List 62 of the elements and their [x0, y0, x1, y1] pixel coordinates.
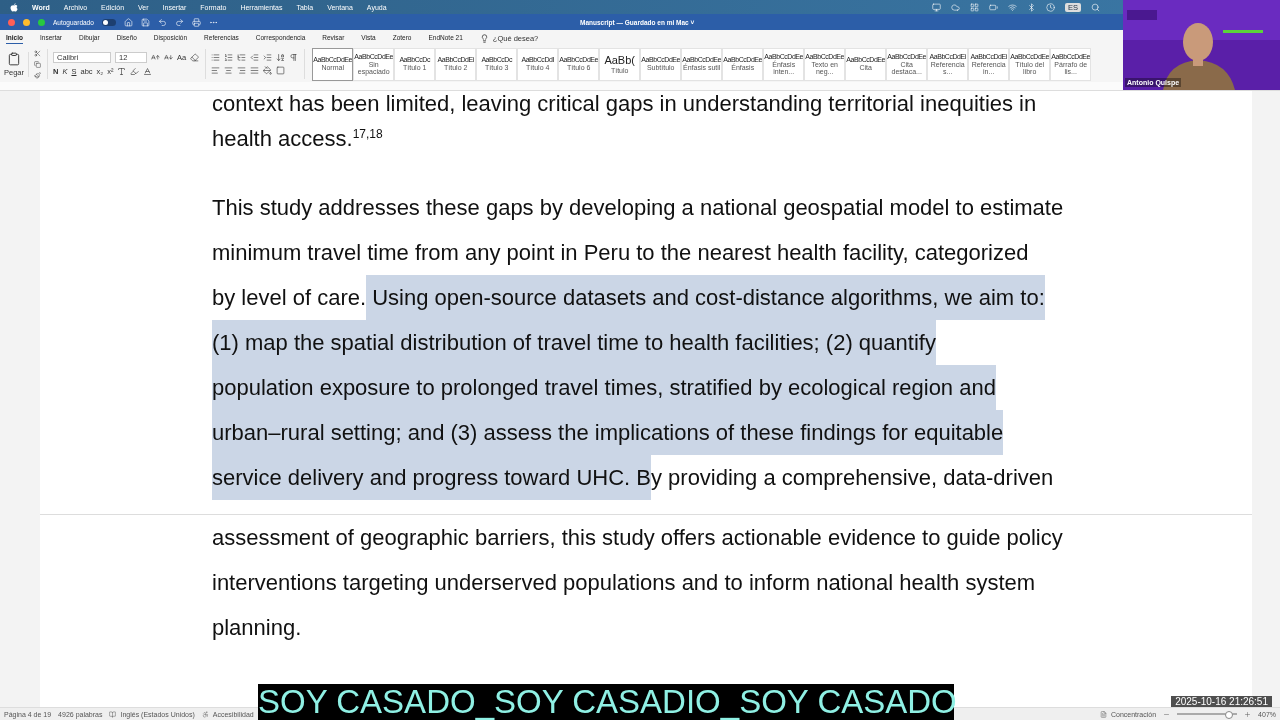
home-icon[interactable]	[123, 17, 133, 27]
body-text: interventions targeting underserved populations and to inform national health system	[212, 569, 1036, 597]
font-color-icon[interactable]	[143, 67, 153, 76]
body-text: y providing a comprehensive, data-driven	[650, 464, 1054, 492]
increase-indent-icon[interactable]	[263, 53, 273, 62]
selected-text: (1) map the spatial distribution of travel time to health facilities; (2) quantify	[212, 320, 936, 365]
multilevel-list-icon[interactable]	[237, 53, 247, 62]
zoom-button[interactable]	[38, 18, 45, 26]
borders-icon[interactable]	[276, 66, 286, 75]
shrink-font-icon[interactable]	[164, 53, 173, 62]
screen-share-icon[interactable]	[932, 2, 941, 12]
zoom-in-icon[interactable]	[1244, 710, 1252, 718]
sort-icon[interactable]	[276, 53, 286, 62]
minimize-button[interactable]	[23, 18, 30, 26]
redo-icon[interactable]	[174, 17, 184, 27]
pilcrow-icon[interactable]	[289, 53, 299, 62]
selected-text: Using open-source datasets and cost-distance algorithms, we aim to:	[366, 275, 1045, 320]
save-icon[interactable]	[140, 17, 150, 27]
highlighter-icon[interactable]	[130, 67, 140, 76]
paste-icon[interactable]	[7, 51, 21, 66]
clear-format-icon[interactable]	[190, 53, 200, 62]
undo-icon[interactable]	[157, 17, 167, 27]
copy-icon[interactable]	[34, 60, 41, 68]
numbering-icon[interactable]	[224, 53, 234, 62]
lightbulb-icon[interactable]	[479, 33, 489, 43]
justify-icon[interactable]	[250, 66, 260, 75]
grow-font-icon[interactable]	[151, 53, 160, 62]
accessibility-icon[interactable]	[201, 710, 209, 718]
bullets-icon[interactable]	[211, 53, 221, 62]
cut-icon[interactable]	[34, 49, 41, 57]
selected-text: population exposure to prolonged travel times, stratified by ecological region and	[212, 365, 996, 410]
align-right-icon[interactable]	[237, 66, 247, 75]
body-text: planning.	[212, 614, 302, 642]
proofing-icon[interactable]	[109, 710, 117, 718]
bluetooth-icon[interactable]	[1027, 2, 1036, 12]
decrease-indent-icon[interactable]	[250, 53, 260, 62]
shading-icon[interactable]	[263, 66, 273, 75]
selected-text: service delivery and progress toward UHC. B	[212, 455, 651, 500]
format-painter-icon[interactable]	[34, 71, 41, 79]
body-text: minimum travel time from any point in Peru to the nearest health facility, categorized	[212, 239, 1029, 267]
grid-icon[interactable]	[970, 2, 979, 12]
clock-icon[interactable]	[1046, 2, 1055, 12]
selected-text: urban–rural setting; and (3) assess the implications of these findings for equitable	[212, 410, 1004, 455]
body-text: by level of care.	[212, 284, 367, 312]
battery-icon[interactable]	[989, 2, 998, 12]
align-left-icon[interactable]	[211, 66, 221, 75]
body-text: This study addresses these gaps by developing a national geospatial model to estimate	[212, 194, 1064, 222]
body-text: assessment of geographic barriers, this study offers actionable evidence to guide policy	[212, 524, 1063, 552]
apple-icon[interactable]	[10, 2, 18, 12]
timestamp: 2025-10-16 21:26:51	[1171, 696, 1272, 707]
print-icon[interactable]	[191, 17, 201, 27]
align-center-icon[interactable]	[224, 66, 234, 75]
body-text: context has been limited, leaving critical gaps in understanding territorial inequities in	[212, 91, 1037, 116]
close-button[interactable]	[8, 18, 15, 26]
cloud-icon[interactable]	[951, 2, 960, 12]
text-effects-icon[interactable]	[117, 67, 127, 76]
focus-icon[interactable]	[1099, 710, 1107, 718]
search-icon[interactable]	[1091, 2, 1100, 12]
wifi-icon[interactable]	[1008, 2, 1017, 12]
body-text: health access.$^{17,18}$	[212, 125, 383, 153]
autosave-toggle[interactable]	[101, 18, 116, 26]
zoom-thumb[interactable]	[1225, 711, 1234, 719]
